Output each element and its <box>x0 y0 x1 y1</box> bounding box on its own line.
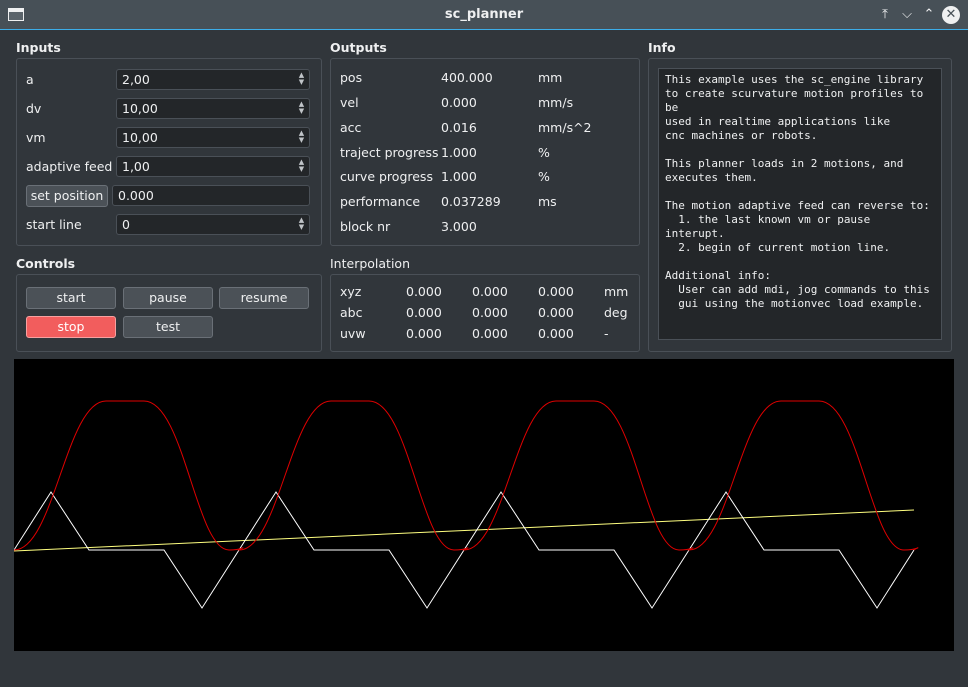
velocity-curve <box>13 400 919 551</box>
output-value-performance: 0.037289 <box>441 194 501 209</box>
output-value-vel: 0.000 <box>441 95 477 110</box>
spin-arrows-icon[interactable]: ▲ ▼ <box>297 101 306 116</box>
output-unit-pos: mm <box>538 70 563 85</box>
interp-uvw-2: 0.000 <box>472 326 508 341</box>
interp-uvw-3: 0.000 <box>538 326 574 341</box>
adaptive-feed-label: adaptive feed <box>26 159 113 174</box>
output-label-performance: performance <box>340 194 421 209</box>
a-spinbox[interactable]: 2,00 ▲ ▼ <box>116 69 310 90</box>
interp-abc-1: 0.000 <box>406 305 442 320</box>
set-position-button[interactable]: set position <box>26 185 108 207</box>
interp-label-xyz: xyz <box>340 284 362 299</box>
interp-xyz-1: 0.000 <box>406 284 442 299</box>
motion-plot-canvas <box>13 400 919 609</box>
spin-arrows-icon[interactable]: ▲ ▼ <box>297 130 306 145</box>
resume-button[interactable]: resume <box>219 287 309 309</box>
inputs-title: Inputs <box>16 40 61 55</box>
start-line-spinbox[interactable]: 0 ▲ ▼ <box>116 214 310 235</box>
adaptive-feed-spinbox[interactable]: 1,00 ▲ ▼ <box>116 156 310 177</box>
start-line-label: start line <box>26 217 82 232</box>
controls-title: Controls <box>16 256 76 271</box>
vm-label: vm <box>26 130 46 145</box>
interp-label-uvw: uvw <box>340 326 366 341</box>
output-label-pos: pos <box>340 70 363 85</box>
output-label-vel: vel <box>340 95 359 110</box>
interp-uvw-unit: - <box>604 326 609 341</box>
vm-spinbox[interactable]: 10,00 ▲ ▼ <box>116 127 310 148</box>
position-curve <box>13 509 915 552</box>
output-label-acc: acc <box>340 120 362 135</box>
output-value-block-nr: 3.000 <box>441 219 477 234</box>
output-value-traject-progress: 1.000 <box>441 145 477 160</box>
spin-arrows-icon[interactable]: ▲ ▼ <box>297 72 306 87</box>
interp-abc-2: 0.000 <box>472 305 508 320</box>
set-position-field[interactable]: 0.000 <box>112 185 310 206</box>
output-value-pos: 400.000 <box>441 70 493 85</box>
interp-abc-3: 0.000 <box>538 305 574 320</box>
controls-frame <box>16 274 322 352</box>
interp-xyz-3: 0.000 <box>538 284 574 299</box>
output-label-block-nr: block nr <box>340 219 391 234</box>
output-unit-vel: mm/s <box>538 95 574 110</box>
info-text[interactable]: This example uses the sc_engine library … <box>658 68 942 340</box>
dv-value: 10,00 <box>122 101 158 116</box>
a-value: 2,00 <box>122 72 150 87</box>
outputs-title: Outputs <box>330 40 387 55</box>
spin-arrows-icon[interactable]: ▲ ▼ <box>297 159 306 174</box>
output-label-traject-progress: traject progress <box>340 145 439 160</box>
output-value-acc: 0.016 <box>441 120 477 135</box>
interp-xyz-unit: mm <box>604 284 629 299</box>
dv-spinbox[interactable]: 10,00 ▲ ▼ <box>116 98 310 119</box>
output-unit-traject-progress: % <box>538 145 550 160</box>
info-title: Info <box>648 40 676 55</box>
motion-plot[interactable] <box>13 359 954 651</box>
interp-label-abc: abc <box>340 305 363 320</box>
interp-uvw-1: 0.000 <box>406 326 442 341</box>
interp-xyz-2: 0.000 <box>472 284 508 299</box>
output-value-curve-progress: 1.000 <box>441 169 477 184</box>
output-unit-acc: mm/s^2 <box>538 120 592 135</box>
maximize-icon[interactable]: ⌃ <box>920 6 938 24</box>
output-unit-performance: ms <box>538 194 557 209</box>
interp-abc-unit: deg <box>604 305 628 320</box>
stop-button[interactable]: stop <box>26 316 116 338</box>
spin-arrows-icon[interactable]: ▲ ▼ <box>297 217 306 232</box>
pause-button[interactable]: pause <box>123 287 213 309</box>
adaptive-feed-value: 1,00 <box>122 159 150 174</box>
a-label: a <box>26 72 34 87</box>
dv-label: dv <box>26 101 42 116</box>
close-icon[interactable]: ✕ <box>942 6 960 24</box>
minimize-icon[interactable]: ⌵ <box>898 6 916 24</box>
keep-above-icon[interactable]: ⤒ <box>876 6 894 24</box>
start-button[interactable]: start <box>26 287 116 309</box>
window-title: sc_planner <box>444 7 524 22</box>
test-button[interactable]: test <box>123 316 213 338</box>
vm-value: 10,00 <box>122 130 158 145</box>
output-label-curve-progress: curve progress <box>340 169 433 184</box>
title-bar: sc_planner ⤒ ⌵ ⌃ ✕ <box>0 0 968 30</box>
interpolation-title: Interpolation <box>330 256 410 271</box>
start-line-value: 0 <box>122 217 130 232</box>
output-unit-curve-progress: % <box>538 169 550 184</box>
